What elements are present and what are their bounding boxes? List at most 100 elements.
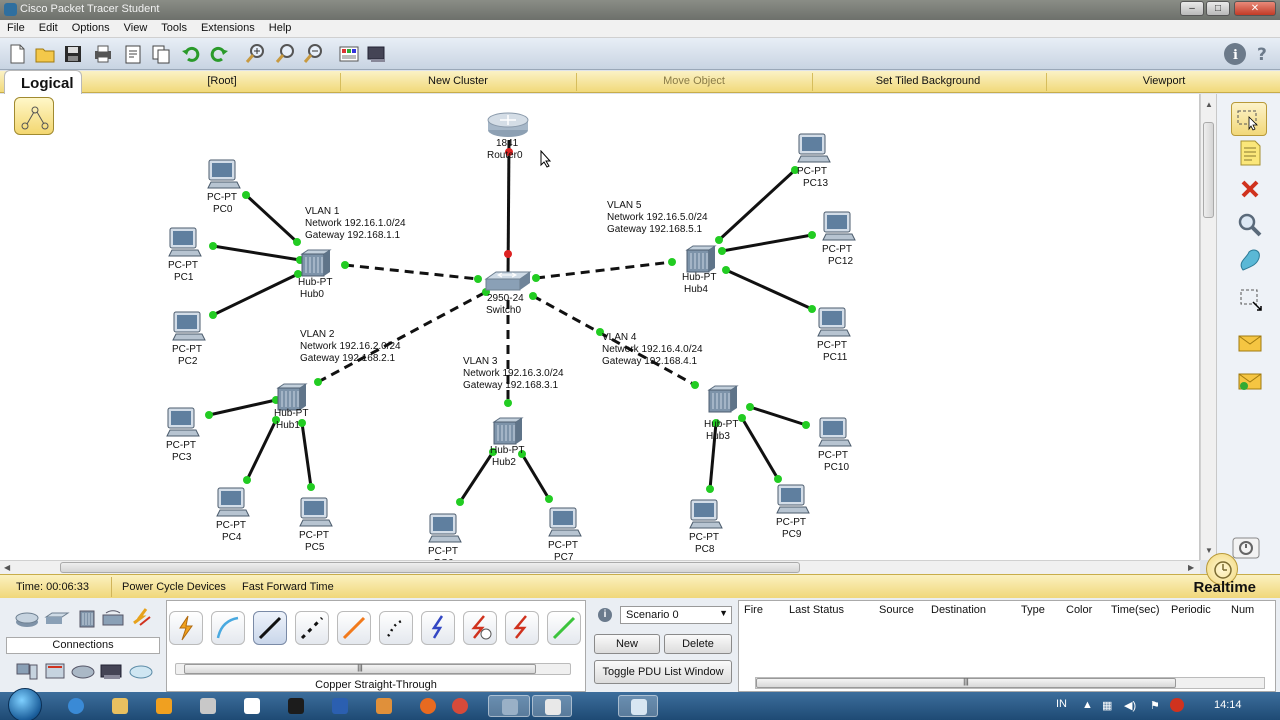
- zoom-reset-icon[interactable]: [274, 43, 296, 65]
- delete-scenario-button[interactable]: Delete: [664, 634, 732, 654]
- activity-wizard-icon[interactable]: [122, 43, 144, 65]
- menu-view[interactable]: View: [117, 20, 155, 34]
- col-periodic[interactable]: Periodic: [1171, 604, 1211, 616]
- open-folder-icon[interactable]: [34, 43, 56, 65]
- wan-emulation-icon[interactable]: [42, 661, 68, 681]
- end-devices-icon[interactable]: [14, 661, 40, 681]
- menu-extensions[interactable]: Extensions: [194, 20, 262, 34]
- zoom-out-icon[interactable]: [302, 43, 324, 65]
- fast-forward-button[interactable]: Fast Forward Time: [242, 581, 334, 593]
- volume-icon[interactable]: ◀): [1124, 699, 1136, 712]
- antivirus-icon[interactable]: [1170, 698, 1184, 712]
- pc-icon[interactable]: [546, 506, 582, 543]
- pc-icon[interactable]: [816, 416, 852, 453]
- serial-dte-icon[interactable]: [505, 611, 539, 645]
- pc-icon[interactable]: [214, 486, 250, 523]
- menu-edit[interactable]: Edit: [32, 20, 65, 34]
- draw-shape-icon[interactable]: [1235, 246, 1265, 276]
- pc-icon[interactable]: [297, 496, 333, 533]
- pc-icon[interactable]: [820, 210, 856, 247]
- info-icon[interactable]: i: [598, 608, 612, 622]
- vs-icon[interactable]: [234, 695, 270, 717]
- pc-icon[interactable]: [426, 512, 462, 549]
- add-simple-pdu-icon[interactable]: [1235, 328, 1265, 358]
- window-task[interactable]: [532, 695, 572, 717]
- vlan-note[interactable]: VLAN 5 Network 192.16.5.0/24 Gateway 192.1…: [607, 200, 708, 236]
- inspect-icon[interactable]: [1235, 210, 1265, 240]
- redo-icon[interactable]: [208, 43, 230, 65]
- scroll-left-icon[interactable]: ◀: [4, 563, 10, 572]
- menu-help[interactable]: Help: [262, 20, 299, 34]
- vlan-note[interactable]: VLAN 1 Network 192.16.1.0/24 Gateway 192.1…: [305, 206, 406, 242]
- paint-icon[interactable]: [366, 695, 402, 717]
- minimize-button[interactable]: –: [1180, 1, 1204, 16]
- notepad-task[interactable]: [618, 695, 658, 717]
- menu-file[interactable]: File: [0, 20, 32, 34]
- vlan-note[interactable]: VLAN 4 Network 192.16.4.0/24 Gateway 192.1…: [602, 332, 703, 368]
- col-destination[interactable]: Destination: [931, 604, 986, 616]
- scroll-thumb[interactable]: [60, 562, 800, 573]
- chrome-icon[interactable]: [442, 695, 478, 717]
- move-object-button[interactable]: Move Object: [636, 75, 752, 87]
- col-source[interactable]: Source: [879, 604, 914, 616]
- scroll-thumb[interactable]: |||: [184, 664, 536, 674]
- col-type[interactable]: Type: [1021, 604, 1045, 616]
- copper-straight-through-icon[interactable]: [253, 611, 287, 645]
- pc-icon[interactable]: [795, 132, 831, 169]
- tool-icon[interactable]: [190, 695, 226, 717]
- copper-cross-over-icon[interactable]: [295, 611, 329, 645]
- console-cable-icon[interactable]: [211, 611, 245, 645]
- scenario-select[interactable]: Scenario 0 ▼: [620, 606, 732, 624]
- explorer-icon[interactable]: [102, 695, 138, 717]
- flag-icon[interactable]: ⚑: [1150, 699, 1160, 712]
- multiuser-icon[interactable]: [98, 661, 124, 681]
- pc-icon[interactable]: [164, 406, 200, 443]
- clock[interactable]: 14:14: [1214, 699, 1242, 711]
- viewport-button[interactable]: Viewport: [1124, 75, 1204, 87]
- octal-cable-icon[interactable]: [547, 611, 581, 645]
- new-file-icon[interactable]: [6, 43, 28, 65]
- power-cycle-button[interactable]: Power Cycle Devices: [122, 581, 226, 593]
- scroll-thumb[interactable]: [1203, 122, 1214, 218]
- cable-scrollbar[interactable]: |||: [175, 663, 571, 675]
- vlan-note[interactable]: VLAN 3 Network 192.16.3.0/24 Gateway 192.1…: [463, 356, 564, 392]
- col-num[interactable]: Num: [1231, 604, 1254, 616]
- palette-icon[interactable]: [338, 43, 360, 65]
- routers-category-icon[interactable]: [14, 609, 40, 629]
- serial-dce-icon[interactable]: [463, 611, 497, 645]
- new-scenario-button[interactable]: New: [594, 634, 660, 654]
- info-icon[interactable]: i: [1224, 43, 1246, 65]
- toggle-pdu-list-button[interactable]: Toggle PDU List Window: [594, 660, 732, 684]
- screen-icon[interactable]: [278, 695, 314, 717]
- network-icon[interactable]: ▦: [1102, 699, 1112, 712]
- place-note-icon[interactable]: [1235, 138, 1265, 168]
- automatic-cable-icon[interactable]: [169, 611, 203, 645]
- language-indicator[interactable]: IN: [1056, 698, 1067, 710]
- realtime-mode-tab[interactable]: Realtime: [1193, 579, 1256, 596]
- close-button[interactable]: ✕: [1234, 1, 1276, 16]
- custom-device-icon[interactable]: [366, 43, 388, 65]
- fiber-cable-icon[interactable]: [337, 611, 371, 645]
- col-last-status[interactable]: Last Status: [789, 604, 844, 616]
- hubs-category-icon[interactable]: [74, 609, 100, 629]
- delete-icon[interactable]: [1235, 174, 1265, 204]
- firefox-icon[interactable]: [410, 695, 446, 717]
- logical-view-icon[interactable]: [14, 97, 54, 135]
- workspace-horizontal-scrollbar[interactable]: ◀ ▶: [0, 560, 1200, 574]
- media-player-icon[interactable]: [146, 695, 182, 717]
- logical-workspace[interactable]: 1841 Router0 2950-24 Switch0 Hub-PT Hub0 H…: [0, 94, 1200, 569]
- packet-tracer-task[interactable]: [488, 695, 530, 717]
- set-tiled-background-button[interactable]: Set Tiled Background: [850, 75, 1006, 87]
- word-icon[interactable]: [322, 695, 358, 717]
- vlan-note[interactable]: VLAN 2 Network 192.16.2.0/24 Gateway 192.1…: [300, 329, 401, 365]
- switch-icon[interactable]: [484, 270, 532, 292]
- menu-tools[interactable]: Tools: [154, 20, 194, 34]
- pc-icon[interactable]: [166, 226, 202, 263]
- custom-devices-icon[interactable]: [70, 661, 96, 681]
- resize-shape-icon[interactable]: [1235, 284, 1265, 314]
- maximize-button[interactable]: □: [1206, 1, 1230, 16]
- scroll-thumb[interactable]: |||: [756, 678, 1176, 688]
- scroll-up-icon[interactable]: ▲: [1205, 100, 1213, 109]
- cloud-icon[interactable]: [128, 661, 154, 681]
- switches-category-icon[interactable]: [44, 609, 70, 629]
